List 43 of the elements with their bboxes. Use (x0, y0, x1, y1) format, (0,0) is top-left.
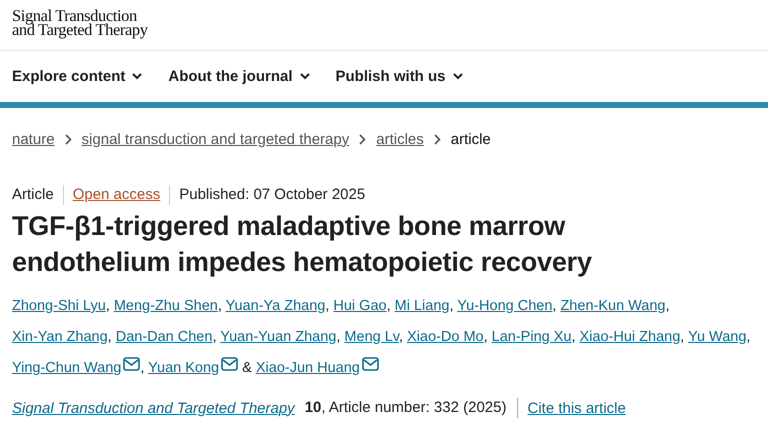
article-type: Article (12, 185, 55, 205)
open-access-link[interactable]: Open access (72, 186, 160, 203)
author-link[interactable]: Xiao-Hui Zhang (580, 329, 680, 345)
author-link[interactable]: Lan-Ping Xu (492, 329, 572, 345)
journal-logo[interactable]: Signal Transduction and Targeted Therapy (12, 9, 148, 37)
author-link[interactable]: Dan-Dan Chen (116, 329, 212, 345)
chevron-right-icon (434, 134, 441, 144)
author-link[interactable]: Yuan-Yuan Zhang (220, 329, 336, 345)
author-link[interactable]: Hui Gao (333, 298, 387, 314)
chevron-down-icon (300, 73, 310, 80)
journal-link[interactable]: Signal Transduction and Targeted Therapy (12, 400, 295, 416)
author-list: Zhong-Shi Lyu, Meng-Zhu Shen, Yuan-Ya Zhang, Hui Gao, Mi Liang, Yu-Hong Chen, Zhen-Kun Wang, Xin-Yan Zhang, Dan-Dan Chen, Yuan-Yuan Zhang, Meng Lv, Xiao-Do Mo, Lan-Ping Xu, Xiao-Hui Zhang, Yu Wang, Ying-Chun Wang , Yuan Kong & Xiao-Jun Huang (12, 291, 756, 384)
chevron-right-icon (359, 134, 366, 144)
breadcrumb-link[interactable]: articles (376, 130, 424, 148)
cite-link[interactable]: Cite this article (527, 400, 626, 416)
author-link[interactable]: Yuan-Ya Zhang (226, 298, 326, 314)
chevron-down-icon (132, 73, 142, 80)
author-link[interactable]: Xiao-Jun Huang (256, 360, 379, 376)
chevron-down-icon (452, 73, 463, 80)
citation-details: 10, Article number: 332 (2025) (304, 398, 518, 418)
author-link[interactable]: Meng Lv (344, 329, 399, 345)
author-link[interactable]: Xin-Yan Zhang (12, 329, 108, 345)
author-link[interactable]: Xiao-Do Mo (407, 329, 484, 345)
published-date: Published: 07 October 2025 (169, 185, 374, 205)
author-link[interactable]: Yuan Kong (148, 360, 238, 376)
author-link[interactable]: Ying-Chun Wang (12, 360, 140, 376)
breadcrumb-link[interactable]: signal transduction and targeted therapy (82, 130, 350, 148)
chevron-right-icon (64, 134, 72, 144)
email-icon[interactable] (123, 357, 140, 371)
article-title: TGF-β1-triggered maladaptive bone marrow endothelium impedes hematopoietic recovery (12, 210, 593, 279)
author-link[interactable]: Mi Liang (394, 298, 450, 314)
breadcrumb-link[interactable]: nature (12, 130, 55, 148)
breadcrumb-current: article (450, 130, 491, 148)
email-icon[interactable] (362, 357, 379, 371)
author-link[interactable]: Zhen-Kun Wang (560, 298, 666, 314)
author-link[interactable]: Zhong-Shi Lyu (12, 298, 106, 314)
nav-menu-button[interactable]: About the journal (168, 68, 310, 85)
email-icon[interactable] (221, 357, 238, 371)
nav-menu-button[interactable]: Publish with us (336, 68, 463, 85)
author-link[interactable]: Yu-Hong Chen (457, 298, 552, 314)
author-link[interactable]: Meng-Zhu Shen (114, 298, 218, 314)
author-link[interactable]: Yu Wang (688, 329, 746, 345)
nav-menu-button[interactable]: Explore content (12, 68, 142, 85)
